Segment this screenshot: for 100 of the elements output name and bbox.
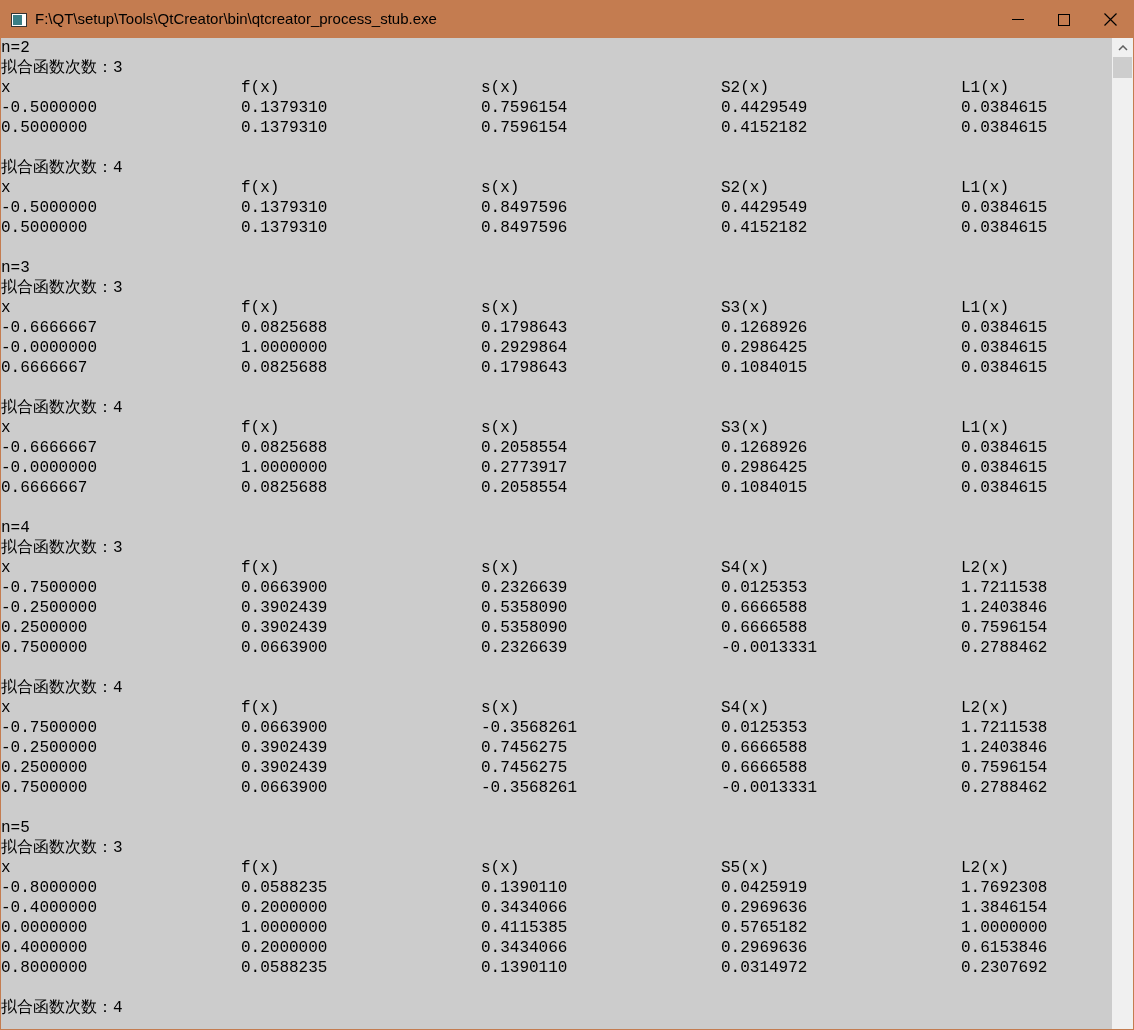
output-value: 0.6666588 [721,619,808,637]
output-value: -0.0000000 [1,339,97,357]
output-value: f(x) [241,859,280,877]
output-value: 0.0125353 [721,579,808,597]
output-value: -0.3568261 [481,719,577,737]
output-value: 0.6666588 [721,599,808,617]
output-value: 0.8497596 [481,219,568,237]
output-value: 0.7500000 [1,639,88,657]
output-value: 0.2000000 [241,939,328,957]
maximize-icon [1058,13,1070,26]
output-value: -0.6666667 [1,319,97,337]
output-value: 0.4152182 [721,119,808,137]
output-value: 1.7692308 [961,879,1048,897]
output-value: 0.2326639 [481,579,568,597]
output-value: 0.0663900 [241,779,328,797]
output-value: 1.2403846 [961,599,1048,617]
output-value: 0.0825688 [241,359,328,377]
output-value: L1(x) [961,179,1009,197]
console-line: 拟合函数次数：4 [1,678,123,698]
output-value: 0.0314972 [721,959,808,977]
console-line: 拟合函数次数：4 [1,158,123,178]
output-value: f(x) [241,559,280,577]
output-value: 1.0000000 [241,919,328,937]
output-value: 0.6153846 [961,939,1048,957]
output-value: L1(x) [961,79,1009,97]
output-value: 0.7500000 [1,779,88,797]
output-value: 0.2788462 [961,779,1048,797]
output-value: 0.2058554 [481,479,568,497]
output-value: 0.5358090 [481,619,568,637]
output-value: 0.1390110 [481,959,568,977]
console-app-icon [11,12,27,27]
output-value: 0.1379310 [241,199,328,217]
console-line: 拟合函数次数：4 [1,998,123,1018]
output-value: f(x) [241,699,280,717]
output-value: 1.2403846 [961,739,1048,757]
output-value: 0.7456275 [481,759,568,777]
output-value: 0.0663900 [241,639,328,657]
output-value: 0.2500000 [1,619,88,637]
output-value: S2(x) [721,79,769,97]
output-value: 0.8000000 [1,959,88,977]
output-value: 0.0588235 [241,879,328,897]
output-value: 0.6666667 [1,479,88,497]
output-value: 0.0000000 [1,919,88,937]
scrollbar-thumb[interactable] [1113,57,1132,78]
output-value: -0.2500000 [1,599,97,617]
output-value: x [1,179,11,197]
output-value: 0.0384615 [961,479,1048,497]
output-value: 0.0425919 [721,879,808,897]
output-value: 0.2307692 [961,959,1048,977]
output-value: L1(x) [961,299,1009,317]
output-value: -0.7500000 [1,719,97,737]
scroll-up-icon[interactable] [1117,45,1128,51]
output-value: 1.7211538 [961,719,1048,737]
output-value: 0.2969636 [721,939,808,957]
output-value: 0.1390110 [481,879,568,897]
output-value: S4(x) [721,559,769,577]
output-value: -0.4000000 [1,899,97,917]
output-value: f(x) [241,79,280,97]
output-value: 0.4115385 [481,919,568,937]
output-value: 0.0384615 [961,359,1048,377]
output-value: 0.3902439 [241,599,328,617]
output-value: x [1,299,11,317]
console-line: n=3 [1,258,30,278]
output-value: 0.7596154 [481,119,568,137]
output-value: 0.8497596 [481,199,568,217]
scrollbar[interactable] [1112,38,1133,1029]
output-value: 0.2929864 [481,339,568,357]
output-value: f(x) [241,179,280,197]
output-value: L2(x) [961,559,1009,577]
output-value: 0.2058554 [481,439,568,457]
output-value: 1.0000000 [961,919,1048,937]
output-value: s(x) [481,179,520,197]
output-value: f(x) [241,419,280,437]
output-value: 0.7456275 [481,739,568,757]
output-value: 0.0384615 [961,199,1048,217]
output-value: -0.0013331 [721,639,817,657]
console-line: 拟合函数次数：3 [1,278,123,298]
output-value: 0.0663900 [241,579,328,597]
output-value: 0.2500000 [1,759,88,777]
output-value: 0.0384615 [961,459,1048,477]
output-value: -0.8000000 [1,879,97,897]
output-value: 0.1798643 [481,319,568,337]
console-line: 拟合函数次数：4 [1,398,123,418]
output-value: L2(x) [961,699,1009,717]
output-value: 0.1379310 [241,119,328,137]
output-value: 0.0825688 [241,319,328,337]
output-value: S3(x) [721,299,769,317]
output-value: 1.3846154 [961,899,1048,917]
output-value: 0.0384615 [961,339,1048,357]
output-value: 0.1798643 [481,359,568,377]
minimize-icon [1012,18,1024,21]
output-value: 0.1084015 [721,359,808,377]
console-line: 拟合函数次数：3 [1,538,123,558]
output-value: s(x) [481,699,520,717]
console-line: n=4 [1,518,30,538]
output-value: 0.0384615 [961,439,1048,457]
output-value: 0.6666588 [721,759,808,777]
output-value: 1.0000000 [241,339,328,357]
output-value: 0.6666588 [721,739,808,757]
output-value: 0.0384615 [961,119,1048,137]
